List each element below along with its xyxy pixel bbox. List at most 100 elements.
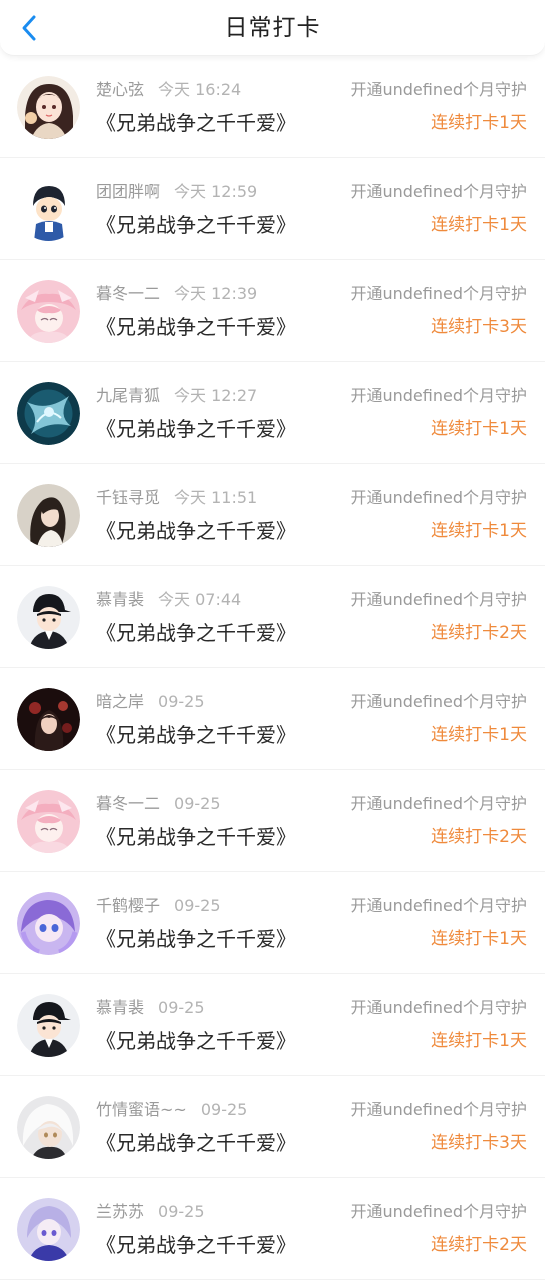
list-item[interactable]: 慕青裴 今天 07:44 《兄弟战争之千千爱》 开通undefined个月守护 连… bbox=[0, 566, 545, 668]
list-item[interactable]: 暮冬一二 今天 12:39 《兄弟战争之千千爱》 开通undefined个月守护 … bbox=[0, 260, 545, 362]
user-meta: 千钰寻觅 今天 11:51 bbox=[96, 487, 257, 509]
avatar[interactable] bbox=[17, 1096, 80, 1159]
guard-status: 开通undefined个月守护 bbox=[350, 386, 527, 405]
streak-badge: 连续打卡1天 bbox=[431, 215, 527, 235]
avatar[interactable] bbox=[17, 892, 80, 955]
user-name[interactable]: 慕青裴 bbox=[96, 590, 144, 609]
avatar[interactable] bbox=[17, 586, 80, 649]
user-name[interactable]: 千鹤樱子 bbox=[96, 896, 160, 915]
book-title[interactable]: 《兄弟战争之千千爱》 bbox=[96, 415, 296, 443]
user-name[interactable]: 兰苏苏 bbox=[96, 1202, 144, 1221]
white-hair-avatar-icon bbox=[17, 1096, 80, 1159]
pink-hair-avatar-icon bbox=[17, 790, 80, 853]
cartoon-boy-avatar-icon bbox=[17, 178, 80, 241]
user-name[interactable]: 竹情蜜语~~ bbox=[96, 1100, 187, 1119]
user-name[interactable]: 暮冬一二 bbox=[96, 794, 160, 813]
user-name[interactable]: 慕青裴 bbox=[96, 998, 144, 1017]
book-title[interactable]: 《兄弟战争之千千爱》 bbox=[96, 517, 296, 545]
list-item[interactable]: 暮冬一二 09-25 《兄弟战争之千千爱》 开通undefined个月守护 连续打… bbox=[0, 770, 545, 872]
list-item[interactable]: 千钰寻觅 今天 11:51 《兄弟战争之千千爱》 开通undefined个月守护 … bbox=[0, 464, 545, 566]
streak-badge: 连续打卡1天 bbox=[431, 113, 527, 133]
avatar[interactable] bbox=[17, 76, 80, 139]
user-name[interactable]: 暮冬一二 bbox=[96, 284, 160, 303]
book-title[interactable]: 《兄弟战争之千千爱》 bbox=[96, 109, 296, 137]
anime-girl-avatar-icon bbox=[17, 76, 80, 139]
guard-status: 开通undefined个月守护 bbox=[350, 896, 527, 915]
list-item[interactable]: 九尾青狐 今天 12:27 《兄弟战争之千千爱》 开通undefined个月守护 … bbox=[0, 362, 545, 464]
avatar[interactable] bbox=[17, 790, 80, 853]
dark-red-avatar-icon bbox=[17, 688, 80, 751]
book-title[interactable]: 《兄弟战争之千千爱》 bbox=[96, 619, 296, 647]
list-item[interactable]: 竹情蜜语~~ 09-25 《兄弟战争之千千爱》 开通undefined个月守护 连… bbox=[0, 1076, 545, 1178]
user-meta: 暮冬一二 今天 12:39 bbox=[96, 283, 257, 305]
timestamp: 09-25 bbox=[158, 1202, 205, 1221]
streak-badge: 连续打卡2天 bbox=[431, 827, 527, 847]
streak-badge: 连续打卡1天 bbox=[431, 929, 527, 949]
guard-status: 开通undefined个月守护 bbox=[350, 80, 527, 99]
timestamp: 09-25 bbox=[174, 794, 221, 813]
user-name[interactable]: 九尾青狐 bbox=[96, 386, 160, 405]
timestamp: 09-25 bbox=[158, 692, 205, 711]
checkin-page: 日常打卡 楚心弦 今天 16:24 《兄弟战争之千千爱》 开通undefined个… bbox=[0, 0, 545, 1280]
user-name[interactable]: 千钰寻觅 bbox=[96, 488, 160, 507]
user-name[interactable]: 楚心弦 bbox=[96, 80, 144, 99]
guard-status: 开通undefined个月守护 bbox=[350, 1100, 527, 1119]
user-meta: 千鹤樱子 09-25 bbox=[96, 895, 221, 917]
timestamp: 09-25 bbox=[158, 998, 205, 1017]
avatar[interactable] bbox=[17, 688, 80, 751]
list-item[interactable]: 千鹤樱子 09-25 《兄弟战争之千千爱》 开通undefined个月守护 连续打… bbox=[0, 872, 545, 974]
timestamp: 今天 07:44 bbox=[158, 590, 242, 609]
user-name[interactable]: 暗之岸 bbox=[96, 692, 144, 711]
streak-badge: 连续打卡2天 bbox=[431, 1235, 527, 1255]
guard-status: 开通undefined个月守护 bbox=[350, 998, 527, 1017]
user-meta: 慕青裴 09-25 bbox=[96, 997, 205, 1019]
timestamp: 09-25 bbox=[174, 896, 221, 915]
timestamp: 09-25 bbox=[200, 1100, 248, 1119]
list-item[interactable]: 兰苏苏 09-25 《兄弟战争之千千爱》 开通undefined个月守护 连续打卡… bbox=[0, 1178, 545, 1280]
user-meta: 兰苏苏 09-25 bbox=[96, 1201, 205, 1223]
avatar[interactable] bbox=[17, 1198, 80, 1261]
list-item[interactable]: 慕青裴 09-25 《兄弟战争之千千爱》 开通undefined个月守护 连续打卡… bbox=[0, 974, 545, 1076]
streak-badge: 连续打卡3天 bbox=[431, 317, 527, 337]
user-meta: 暮冬一二 09-25 bbox=[96, 793, 221, 815]
guard-status: 开通undefined个月守护 bbox=[350, 1202, 527, 1221]
guard-status: 开通undefined个月守护 bbox=[350, 488, 527, 507]
book-title[interactable]: 《兄弟战争之千千爱》 bbox=[96, 211, 296, 239]
list-item[interactable]: 暗之岸 09-25 《兄弟战争之千千爱》 开通undefined个月守护 连续打卡… bbox=[0, 668, 545, 770]
user-name[interactable]: 团团胖啊 bbox=[96, 182, 160, 201]
book-title[interactable]: 《兄弟战争之千千爱》 bbox=[96, 1231, 296, 1259]
lavender-hair-avatar-icon bbox=[17, 1198, 80, 1261]
timestamp: 今天 12:59 bbox=[174, 182, 258, 201]
user-meta: 团团胖啊 今天 12:59 bbox=[96, 181, 257, 203]
book-title[interactable]: 《兄弟战争之千千爱》 bbox=[96, 1129, 296, 1157]
avatar[interactable] bbox=[17, 994, 80, 1057]
avatar[interactable] bbox=[17, 382, 80, 445]
user-meta: 竹情蜜语~~ 09-25 bbox=[96, 1099, 247, 1121]
timestamp: 今天 12:39 bbox=[174, 284, 258, 303]
top-bar: 日常打卡 bbox=[0, 0, 545, 56]
guard-status: 开通undefined个月守护 bbox=[350, 284, 527, 303]
cap-boy-avatar-icon bbox=[17, 994, 80, 1057]
avatar[interactable] bbox=[17, 178, 80, 241]
guard-status: 开通undefined个月守护 bbox=[350, 590, 527, 609]
timestamp: 今天 11:51 bbox=[174, 488, 258, 507]
avatar[interactable] bbox=[17, 280, 80, 343]
streak-badge: 连续打卡3天 bbox=[431, 1133, 527, 1153]
book-title[interactable]: 《兄弟战争之千千爱》 bbox=[96, 721, 296, 749]
user-meta: 九尾青狐 今天 12:27 bbox=[96, 385, 257, 407]
guard-status: 开通undefined个月守护 bbox=[350, 794, 527, 813]
guard-status: 开通undefined个月守护 bbox=[350, 182, 527, 201]
list-item[interactable]: 楚心弦 今天 16:24 《兄弟战争之千千爱》 开通undefined个月守护 连… bbox=[0, 56, 545, 158]
page-title: 日常打卡 bbox=[224, 15, 321, 41]
book-title[interactable]: 《兄弟战争之千千爱》 bbox=[96, 925, 296, 953]
streak-badge: 连续打卡2天 bbox=[431, 623, 527, 643]
book-title[interactable]: 《兄弟战争之千千爱》 bbox=[96, 823, 296, 851]
list-item[interactable]: 团团胖啊 今天 12:59 《兄弟战争之千千爱》 开通undefined个月守护 … bbox=[0, 158, 545, 260]
book-title[interactable]: 《兄弟战争之千千爱》 bbox=[96, 313, 296, 341]
avatar[interactable] bbox=[17, 484, 80, 547]
book-title[interactable]: 《兄弟战争之千千爱》 bbox=[96, 1027, 296, 1055]
purple-hair-avatar-icon bbox=[17, 892, 80, 955]
guard-status: 开通undefined个月守护 bbox=[350, 692, 527, 711]
streak-badge: 连续打卡1天 bbox=[431, 725, 527, 745]
blue-fox-avatar-icon bbox=[17, 382, 80, 445]
